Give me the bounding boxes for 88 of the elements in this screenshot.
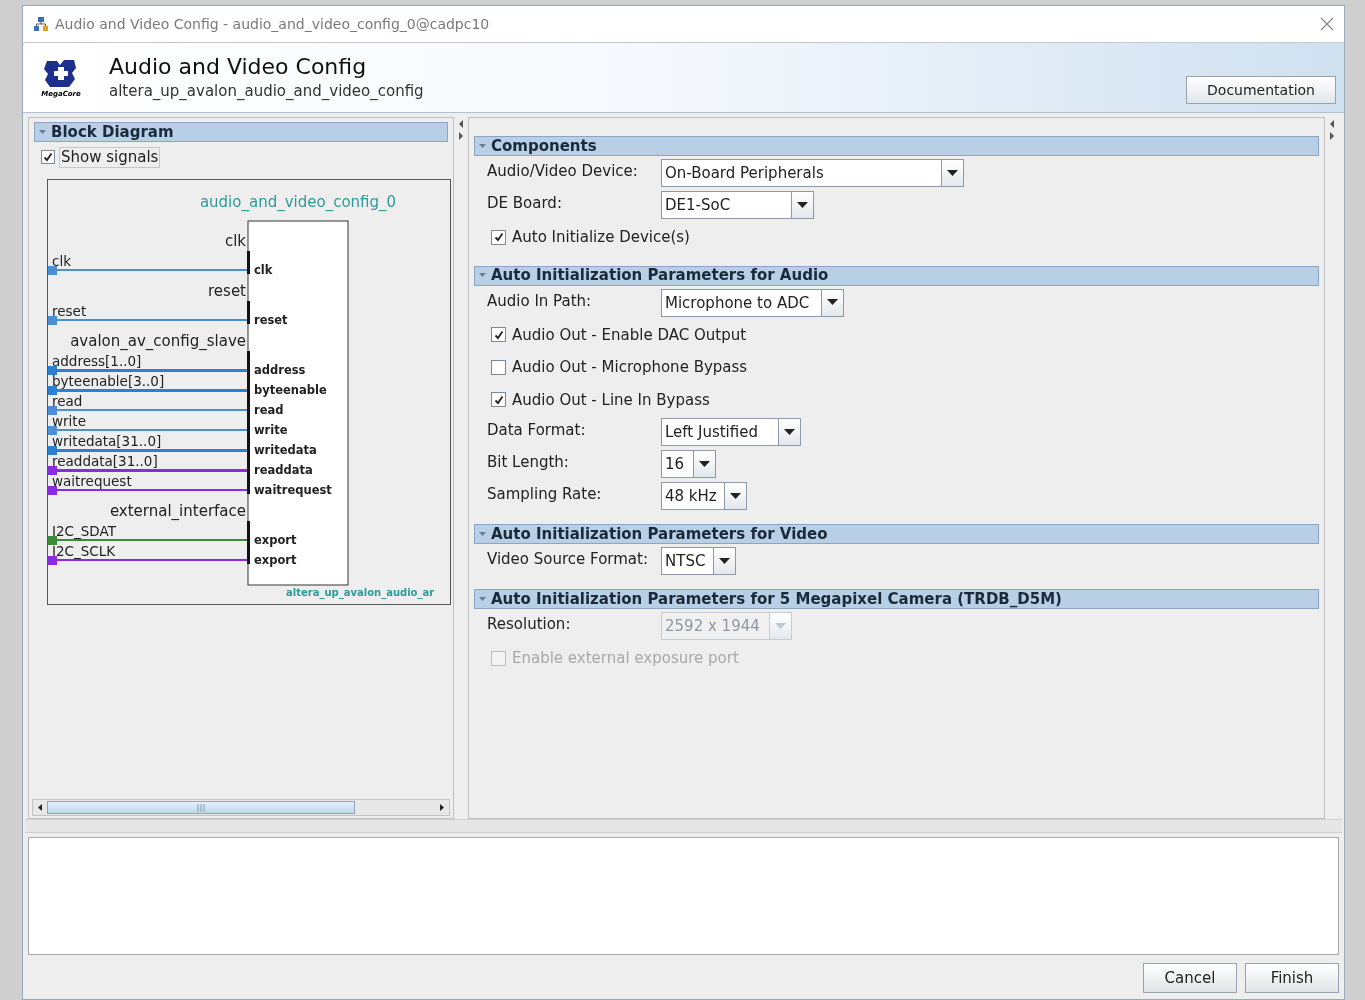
checkbox-label[interactable]: Audio Out - Line In Bypass <box>512 388 710 411</box>
header-subtitle: altera_up_avalon_audio_and_video_config <box>109 81 424 102</box>
interface-label: avalon_av_config_slave <box>70 331 246 350</box>
close-icon[interactable] <box>1320 17 1334 31</box>
section-header[interactable]: Block Diagram <box>34 122 448 142</box>
port-label: export <box>254 552 297 567</box>
collapse-icon[interactable] <box>478 271 487 280</box>
field-label: Audio In Path: <box>487 290 593 312</box>
module-label: altera_up_avalon_audio_ar <box>286 586 435 598</box>
checkbox-label[interactable]: Audio Out - Enable DAC Output <box>512 323 747 346</box>
checkbox-label[interactable]: Show signals <box>59 147 161 168</box>
caret-icon[interactable] <box>730 492 741 500</box>
port-label: clk <box>254 262 273 277</box>
checkbox[interactable] <box>491 359 506 375</box>
field-label: Data Format: <box>487 420 587 441</box>
splitter-arrows-icon[interactable] <box>1329 119 1335 141</box>
caret-icon[interactable] <box>827 299 838 306</box>
caret-icon[interactable] <box>699 460 710 468</box>
collapse-icon[interactable] <box>38 127 47 137</box>
caret-icon[interactable] <box>797 201 808 209</box>
caret-icon[interactable] <box>947 169 958 177</box>
signal-label: I2C_SCLK <box>52 542 116 559</box>
port-label: write <box>254 422 288 437</box>
checkbox[interactable] <box>491 229 506 245</box>
signal-label: clk <box>52 252 71 269</box>
header-title: Audio and Video Config <box>109 52 368 80</box>
dropdown[interactable]: NTSC <box>661 547 736 575</box>
dialog-button[interactable]: Finish <box>1245 963 1339 993</box>
field-label: Audio/Video Device: <box>487 161 639 182</box>
section-title: Auto Initialization Parameters for Audio <box>491 268 829 283</box>
field-label: Bit Length: <box>487 452 570 473</box>
field-label: DE Board: <box>487 193 563 214</box>
scroll-thumb[interactable] <box>47 801 355 814</box>
interface-label: external_interface <box>109 501 246 520</box>
field-label: Video Source Format: <box>487 549 649 570</box>
port-label: reset <box>254 312 288 327</box>
splitter-arrows-icon[interactable] <box>458 119 464 141</box>
collapse-icon[interactable] <box>478 529 487 539</box>
network-icon <box>33 16 49 32</box>
section-title: Auto Initialization Parameters for Video <box>491 526 828 542</box>
signal-label: byteenable[3..0] <box>52 372 165 389</box>
dropdown[interactable]: On-Board Peripherals <box>661 159 964 187</box>
port-label: waitrequest <box>254 482 332 497</box>
dropdown[interactable]: 16 <box>661 450 716 478</box>
port-label: export <box>254 532 297 547</box>
signal-label: read <box>52 392 83 409</box>
section-header[interactable]: Auto Initialization Parameters for Audio <box>474 265 1319 286</box>
dropdown[interactable]: DE1-SoC <box>661 191 814 219</box>
documentation-button[interactable]: Documentation <box>1186 76 1336 104</box>
checkbox-label[interactable]: Audio Out - Microphone Bypass <box>512 356 748 379</box>
signal-label: readdata[31..0] <box>52 452 158 469</box>
interface-label: clk <box>224 231 246 250</box>
signal-label: write <box>52 412 86 429</box>
section-title: Auto Initialization Parameters for 5 Megapixel Camera (TRDB_D5M) <box>491 591 1062 607</box>
section-title: Block Diagram <box>51 124 174 140</box>
field-label: Resolution: <box>487 614 572 635</box>
section-header[interactable]: Components <box>474 136 1319 156</box>
dialog-button[interactable]: Cancel <box>1143 963 1237 993</box>
window-title: Audio and Video Config - audio_and_video_config_0@cadpc10 <box>55 14 490 34</box>
collapse-icon[interactable] <box>478 141 487 151</box>
collapse-icon[interactable] <box>478 594 487 604</box>
caret-icon[interactable] <box>784 428 795 436</box>
signal-label: address[1..0] <box>52 352 142 369</box>
port-label: byteenable <box>254 382 327 397</box>
dropdown[interactable]: 48 kHz <box>661 482 747 510</box>
port-label: writedata <box>254 442 317 457</box>
signal-label: writedata[31..0] <box>52 432 162 449</box>
signal-label: reset <box>52 302 87 319</box>
section-header[interactable]: Auto Initialization Parameters for Video <box>474 524 1319 544</box>
grip-icon <box>197 803 205 812</box>
dropdown[interactable]: Microphone to ADC <box>661 288 844 317</box>
section-title: Components <box>491 138 597 154</box>
horizontal-scrollbar[interactable] <box>32 799 450 816</box>
interface-label: reset <box>208 281 246 300</box>
port-label: read <box>254 402 284 417</box>
signal-label: waitrequest <box>52 472 132 489</box>
section-header[interactable]: Auto Initialization Parameters for 5 Megapixel Camera (TRDB_D5M) <box>474 589 1319 609</box>
signal-label: I2C_SDAT <box>52 522 116 539</box>
caret-icon[interactable] <box>719 557 730 565</box>
checkbox[interactable] <box>491 327 506 343</box>
port-label: readdata <box>254 462 313 477</box>
dropdown[interactable]: Left Justified <box>661 418 801 446</box>
port-label: address <box>254 362 306 377</box>
checkbox[interactable] <box>491 392 506 408</box>
checkbox[interactable] <box>41 150 55 165</box>
component-name: audio_and_video_config_0 <box>199 192 397 211</box>
checkbox-label[interactable]: Auto Initialize Device(s) <box>512 226 690 249</box>
field-label: Sampling Rate: <box>487 484 603 505</box>
